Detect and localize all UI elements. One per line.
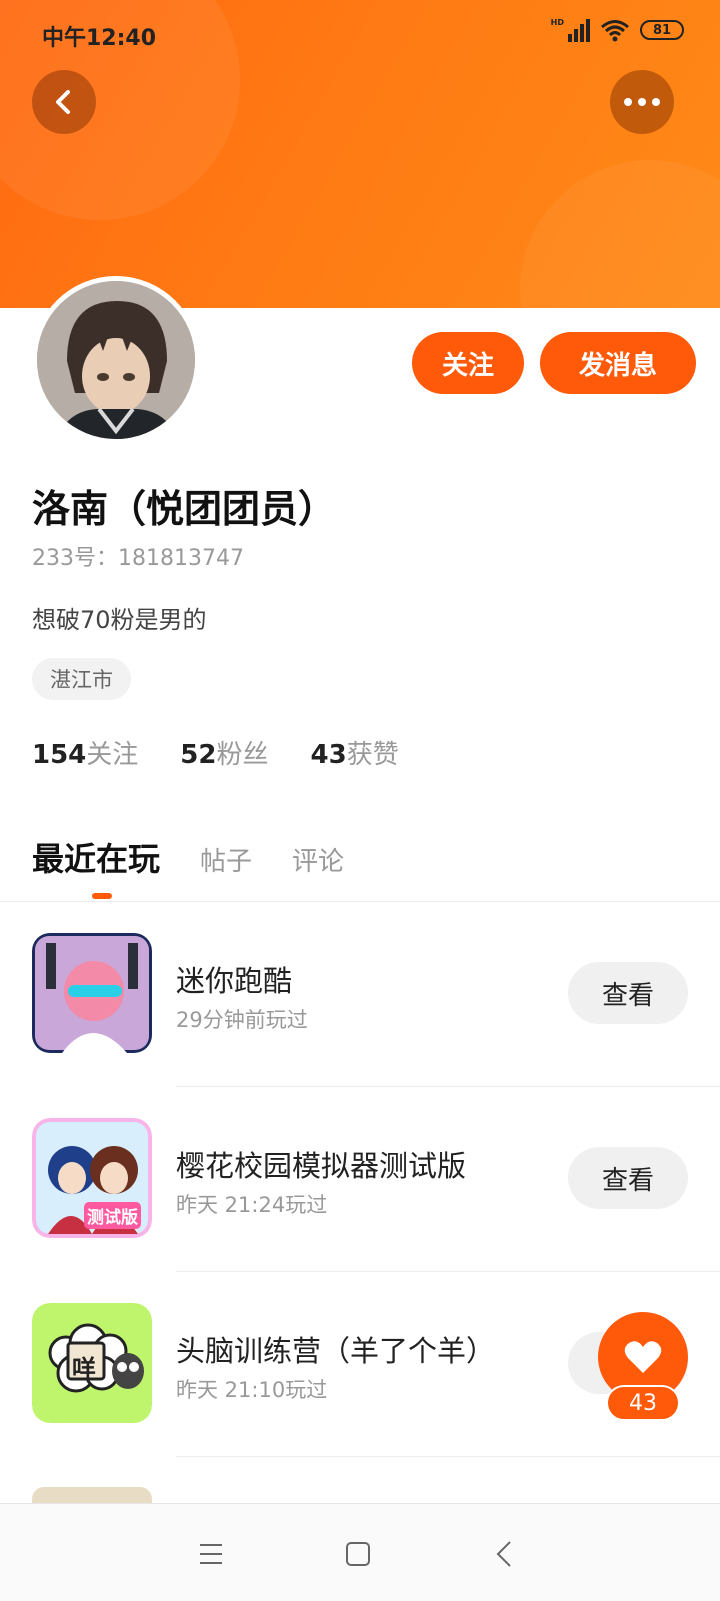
profile-tabs: 最近在玩 帖子 评论 (32, 834, 344, 880)
view-game-button[interactable]: 查看 (568, 1147, 688, 1209)
status-bar: 中午12:40 HD 81 (0, 0, 720, 70)
tab-recently-played[interactable]: 最近在玩 (32, 834, 160, 880)
stat-following-count: 154 (32, 740, 87, 770)
chevron-left-icon (56, 90, 70, 114)
stat-following-label: 关注 (86, 740, 139, 770)
profile-name: 洛南（悦团团员） (32, 487, 337, 531)
status-time: 中午12:40 (42, 26, 157, 51)
game-icon-partial (32, 1487, 152, 1503)
status-icons: HD 81 (551, 18, 684, 42)
chevron-left-icon (496, 1541, 511, 1567)
stat-followers[interactable]: 52粉丝 (180, 734, 268, 771)
tab-comments[interactable]: 评论 (292, 841, 344, 878)
game-icon-sakura-school: 测试版 (32, 1118, 152, 1238)
game-name: 迷你跑酷 (176, 964, 293, 998)
menu-icon (200, 1544, 222, 1564)
battery-level: 81 (652, 22, 672, 38)
profile-bio: 想破70粉是男的 (32, 606, 207, 634)
follow-button[interactable]: 关注 (412, 332, 524, 394)
system-navigation-bar (0, 1503, 720, 1601)
game-list-item[interactable]: 迷你跑酷 29分钟前玩过 查看 (0, 902, 720, 1087)
stat-likes[interactable]: 43获赞 (311, 734, 399, 771)
stat-following[interactable]: 154关注 (32, 734, 138, 771)
stat-likes-label: 获赞 (346, 740, 399, 770)
row-divider (176, 1456, 720, 1457)
game-name: 头脑训练营（羊了个羊） (176, 1334, 496, 1368)
more-options-button[interactable] (610, 70, 674, 134)
battery-icon: 81 (640, 20, 684, 40)
profile-uid: 233号：181813747 (32, 546, 244, 571)
menu-button[interactable] (191, 1534, 231, 1574)
stat-followers-count: 52 (180, 740, 217, 770)
heart-icon (624, 1341, 662, 1373)
more-dots-icon (624, 98, 660, 106)
avatar-image (37, 281, 195, 439)
banner-decoration (520, 160, 720, 308)
stat-likes-count: 43 (310, 740, 347, 770)
game-last-played: 昨天 21:10玩过 (176, 1378, 328, 1402)
tab-active-indicator (92, 893, 112, 899)
view-game-button[interactable]: 查看 (568, 962, 688, 1024)
like-count-badge: 43 (606, 1385, 680, 1421)
sheep-icon-text: 咩 (72, 1355, 96, 1383)
signal-icon: HD (551, 18, 590, 42)
profile-stats: 154关注 52粉丝 43获赞 (32, 734, 399, 771)
system-back-button[interactable] (484, 1534, 524, 1574)
test-version-badge: 测试版 (84, 1202, 141, 1229)
game-icon-sheep: 咩 (32, 1303, 152, 1423)
stat-followers-label: 粉丝 (216, 740, 269, 770)
tab-posts[interactable]: 帖子 (200, 841, 252, 878)
send-message-button[interactable]: 发消息 (540, 332, 696, 394)
game-last-played: 29分钟前玩过 (176, 1008, 308, 1032)
wifi-icon (601, 20, 629, 42)
game-name: 樱花校园模拟器测试版 (176, 1149, 467, 1183)
avatar[interactable] (32, 276, 200, 444)
location-tag: 湛江市 (32, 658, 131, 700)
home-button[interactable] (338, 1534, 378, 1574)
hd-label: HD (550, 18, 564, 27)
square-icon (346, 1542, 370, 1566)
game-list-item[interactable]: 测试版 樱花校园模拟器测试版 昨天 21:24玩过 查看 (0, 1087, 720, 1272)
game-last-played: 昨天 21:24玩过 (176, 1193, 328, 1217)
back-button[interactable] (32, 70, 96, 134)
game-icon-mini-parkour (32, 933, 152, 1053)
